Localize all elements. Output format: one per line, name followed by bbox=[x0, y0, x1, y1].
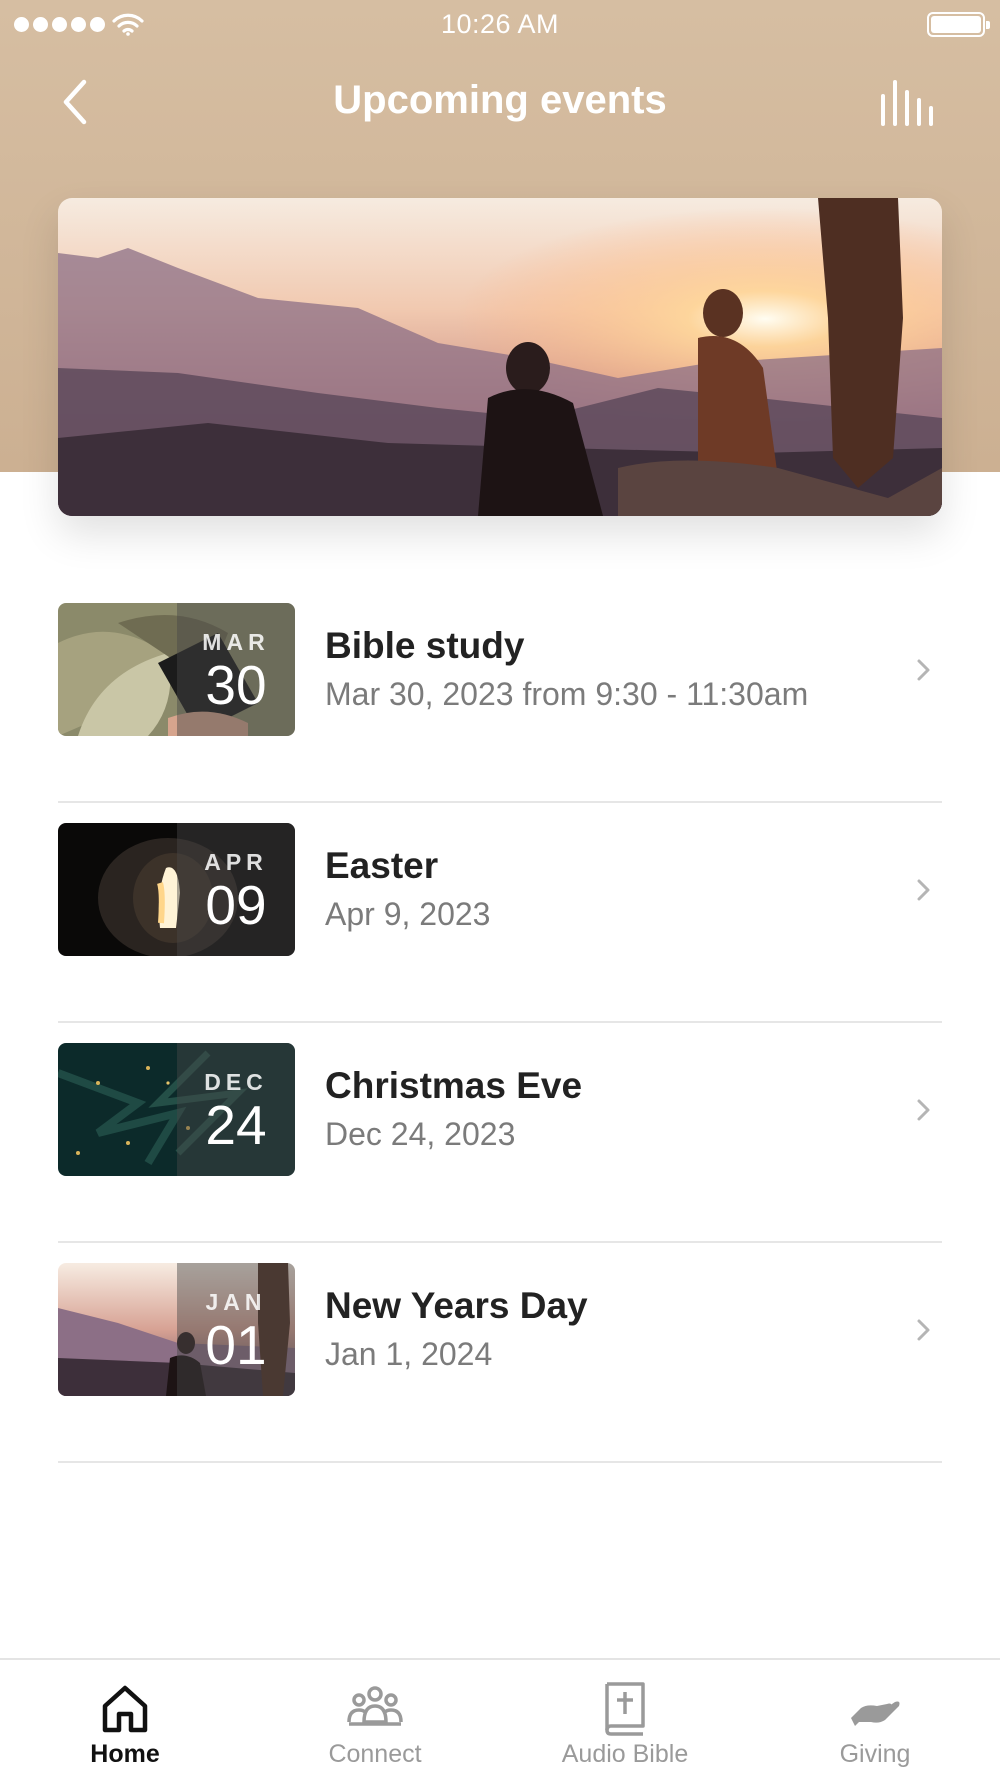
giving-hand-icon bbox=[851, 1701, 900, 1726]
event-date: Jan 1, 2024 bbox=[325, 1336, 493, 1372]
chevron-right-icon bbox=[917, 1099, 930, 1121]
tab-home[interactable]: Home bbox=[0, 1660, 250, 1778]
home-icon bbox=[102, 1685, 148, 1733]
chevron-right-icon bbox=[917, 659, 930, 681]
event-title: Christmas Eve bbox=[325, 1065, 583, 1106]
hero-image bbox=[58, 198, 942, 516]
event-day: 30 bbox=[205, 654, 267, 716]
event-month: APR bbox=[204, 849, 268, 875]
date-badge: JAN 01 bbox=[177, 1263, 295, 1396]
event-row[interactable]: MAR 30 Bible study Mar 30, 2023 from 9:3… bbox=[58, 583, 942, 803]
event-month: MAR bbox=[202, 629, 270, 655]
tab-connect[interactable]: Connect bbox=[250, 1660, 500, 1778]
tab-giving[interactable]: Giving bbox=[750, 1660, 1000, 1778]
tab-audio-bible[interactable]: Audio Bible bbox=[500, 1660, 750, 1778]
event-thumbnail: MAR 30 bbox=[58, 603, 295, 736]
people-icon bbox=[347, 1686, 403, 1726]
battery-icon bbox=[927, 12, 990, 37]
event-thumbnail: JAN 01 bbox=[58, 1263, 295, 1396]
bible-icon bbox=[605, 1682, 645, 1736]
events-list: MAR 30 Bible study Mar 30, 2023 from 9:3… bbox=[58, 583, 942, 1463]
chevron-right-icon bbox=[917, 879, 930, 901]
event-thumbnail: APR 09 bbox=[58, 823, 295, 956]
status-bar: 10:26 AM bbox=[0, 0, 1000, 50]
event-row[interactable]: JAN 01 New Years Day Jan 1, 2024 bbox=[58, 1243, 942, 1463]
tab-label: Audio Bible bbox=[561, 1740, 689, 1768]
tab-bar: Home Connect Audio Bible Giving bbox=[0, 1658, 1000, 1778]
event-thumbnail: DEC 24 bbox=[58, 1043, 295, 1176]
event-day: 09 bbox=[205, 874, 267, 936]
date-badge: DEC 24 bbox=[177, 1043, 295, 1176]
page-title: Upcoming events bbox=[333, 78, 667, 122]
event-month: DEC bbox=[204, 1069, 268, 1095]
event-day: 01 bbox=[205, 1314, 267, 1376]
event-date: Apr 9, 2023 bbox=[325, 896, 491, 932]
tab-label: Giving bbox=[839, 1740, 911, 1768]
event-title: New Years Day bbox=[325, 1285, 588, 1326]
tab-label: Connect bbox=[328, 1740, 422, 1768]
event-title: Bible study bbox=[325, 625, 525, 666]
event-month: JAN bbox=[205, 1289, 267, 1315]
chevron-right-icon bbox=[917, 1319, 930, 1341]
tab-label: Home bbox=[90, 1740, 160, 1768]
event-date: Dec 24, 2023 bbox=[325, 1116, 516, 1152]
event-title: Easter bbox=[325, 845, 439, 886]
event-row[interactable]: DEC 24 Christmas Eve Dec 24, 2023 bbox=[58, 1023, 942, 1243]
event-row[interactable]: APR 09 Easter Apr 9, 2023 bbox=[58, 803, 942, 1023]
date-badge: MAR 30 bbox=[177, 603, 295, 736]
event-day: 24 bbox=[205, 1094, 267, 1156]
status-time: 10:26 AM bbox=[440, 9, 560, 39]
date-badge: APR 09 bbox=[177, 823, 295, 956]
event-date: Mar 30, 2023 from 9:30 - 11:30am bbox=[325, 676, 809, 712]
bar-chart-icon[interactable] bbox=[878, 78, 936, 128]
